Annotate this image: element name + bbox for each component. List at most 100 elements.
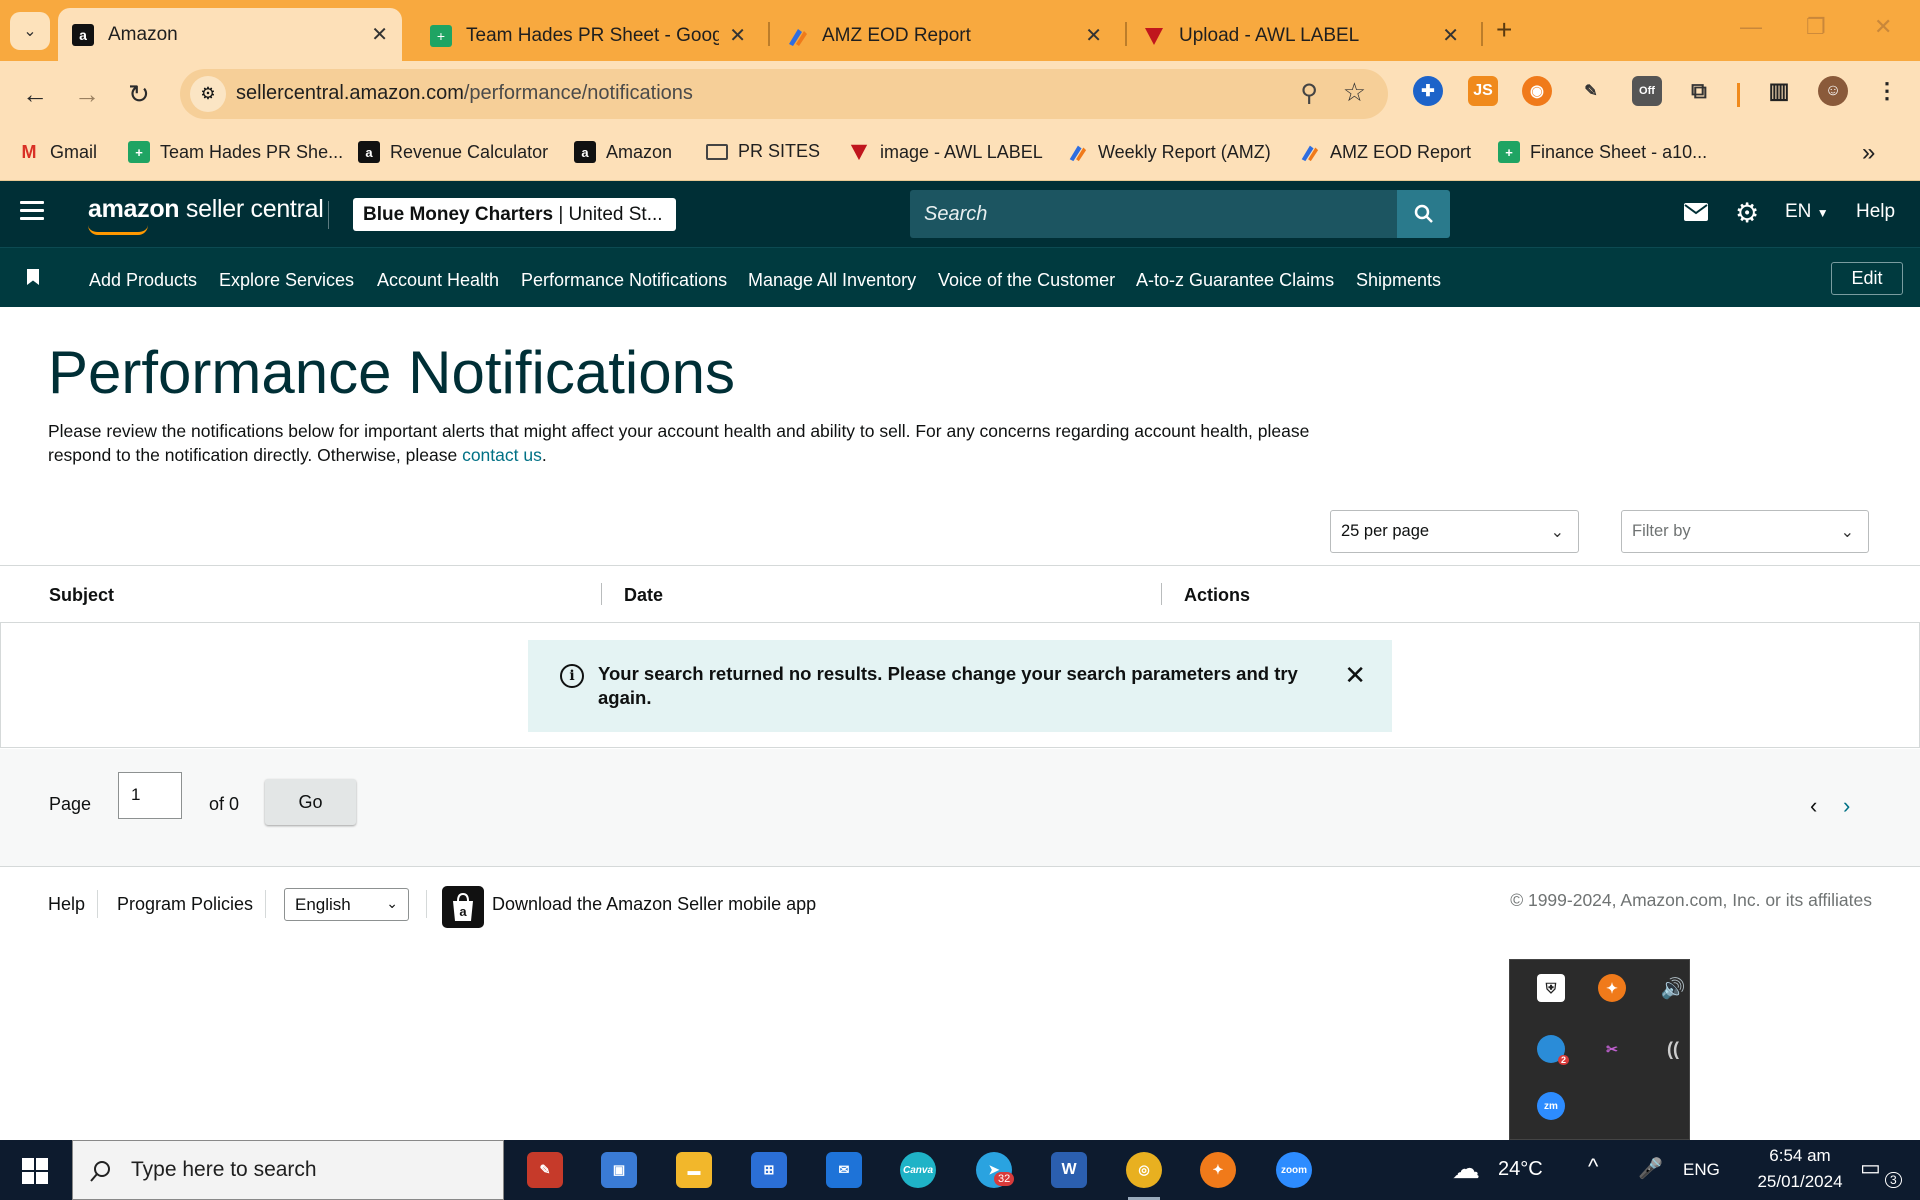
chevron-left-icon[interactable]: ‹	[1810, 793, 1817, 819]
chevron-right-icon[interactable]: ›	[1843, 793, 1850, 819]
nav-manage-all-inventory[interactable]: Manage All Inventory	[748, 270, 916, 291]
settings-gear-icon[interactable]: ⚙	[1735, 198, 1759, 229]
zoom-icon[interactable]: ⚲	[1300, 79, 1318, 108]
nav-voice-of-the-customer[interactable]: Voice of the Customer	[938, 270, 1115, 291]
help-link[interactable]: Help	[1856, 201, 1895, 223]
wifi-icon[interactable]: ((	[1659, 1035, 1687, 1063]
seller-central-logo[interactable]: amazon seller central	[88, 195, 324, 224]
bookmark-finance-sheet[interactable]: + Finance Sheet - a10...	[1498, 141, 1707, 163]
bookmark-amz-eod[interactable]: AMZ EOD Report	[1298, 141, 1471, 163]
speaker-icon[interactable]: 🔊	[1659, 974, 1687, 1002]
bookmark-weekly-report[interactable]: Weekly Report (AMZ)	[1066, 141, 1271, 163]
contact-us-link[interactable]: contact us	[462, 445, 542, 465]
microphone-icon[interactable]: 🎤	[1638, 1156, 1663, 1181]
paint-app-icon[interactable]: ✎	[527, 1152, 563, 1188]
close-icon[interactable]: ✕	[1085, 23, 1102, 48]
js-extension-icon[interactable]: JS	[1468, 76, 1498, 106]
taskbar-search-input[interactable]: Type here to search	[72, 1140, 504, 1200]
back-icon[interactable]: ←	[22, 79, 48, 110]
new-tab-button[interactable]: +	[1496, 14, 1512, 46]
microsoft-store-icon[interactable]: ⊞	[751, 1152, 787, 1188]
search-button[interactable]	[1397, 190, 1450, 238]
close-icon[interactable]: ✕	[729, 23, 746, 48]
forward-icon[interactable]: →	[74, 79, 100, 110]
tab-search-button[interactable]: ⌄	[10, 12, 50, 50]
footer-language-select[interactable]: English ⌄	[284, 888, 409, 921]
zoom-tray-icon[interactable]: zm	[1537, 1092, 1565, 1120]
weather-temperature[interactable]: 24°C	[1498, 1158, 1543, 1181]
footer-help-link[interactable]: Help	[48, 894, 85, 915]
page-number-input[interactable]: 1	[118, 772, 182, 819]
restore-icon[interactable]: ❐	[1806, 14, 1826, 40]
nav-a-to-z-claims[interactable]: A-to-z Guarantee Claims	[1136, 270, 1334, 291]
weather-icon[interactable]: ☁	[1452, 1152, 1480, 1185]
amazon-app-icon[interactable]: a	[442, 886, 484, 928]
url-text[interactable]: sellercentral.amazon.com/performance/not…	[236, 82, 693, 105]
column-date[interactable]: Date	[624, 585, 663, 606]
color-picker-extension-icon[interactable]: ◉	[1522, 76, 1552, 106]
cursor-extension-icon[interactable]: ✎	[1576, 76, 1606, 106]
edit-nav-button[interactable]: Edit	[1831, 262, 1903, 295]
more-bookmarks-icon[interactable]: »	[1862, 139, 1875, 167]
extension-helper-icon[interactable]: ✚	[1413, 76, 1443, 106]
computer-app-icon[interactable]: ▣	[601, 1152, 637, 1188]
side-panel-icon[interactable]: ▥	[1764, 76, 1794, 106]
profile-avatar[interactable]: ☺	[1818, 76, 1848, 106]
close-icon[interactable]: ✕	[371, 22, 388, 47]
language-selector[interactable]: EN ▼	[1785, 201, 1829, 223]
bookmark-star-icon[interactable]: ☆	[1343, 77, 1366, 108]
mail-app-icon[interactable]: ✉	[826, 1152, 862, 1188]
search-input[interactable]: Search	[910, 190, 1397, 238]
site-info-icon[interactable]: ⚙	[190, 76, 226, 112]
nav-explore-services[interactable]: Explore Services	[219, 270, 354, 291]
reload-icon[interactable]: ↻	[128, 79, 150, 110]
nav-shipments[interactable]: Shipments	[1356, 270, 1441, 291]
teams-icon[interactable]: 2	[1537, 1035, 1569, 1065]
extensions-puzzle-icon[interactable]: ⧉	[1684, 76, 1714, 106]
close-icon[interactable]: ✕	[1442, 23, 1459, 48]
word-app-icon[interactable]: W	[1051, 1152, 1087, 1188]
tab-amazon[interactable]: a Amazon ✕	[58, 8, 402, 61]
column-subject[interactable]: Subject	[49, 585, 114, 606]
input-language[interactable]: ENG	[1683, 1160, 1720, 1180]
close-icon[interactable]: ✕	[1344, 660, 1366, 691]
hamburger-menu-icon[interactable]	[20, 201, 44, 225]
nav-add-products[interactable]: Add Products	[89, 270, 197, 291]
avast-app-icon[interactable]: ✦	[1200, 1152, 1236, 1188]
program-policies-link[interactable]: Program Policies	[117, 894, 253, 915]
tab-amz-eod[interactable]: AMZ EOD Report ✕	[772, 10, 1116, 61]
bookmark-awl-label[interactable]: image - AWL LABEL	[848, 141, 1043, 163]
avast-icon[interactable]: ✦	[1598, 974, 1626, 1002]
zoom-app-icon[interactable]: zoom	[1276, 1152, 1312, 1188]
clock-time[interactable]: 6:54 am	[1750, 1146, 1850, 1166]
store-selector[interactable]: Blue Money Charters | United St...	[353, 198, 676, 231]
close-window-icon[interactable]: ✕	[1874, 14, 1892, 40]
menu-kebab-icon[interactable]: ⋮	[1872, 76, 1902, 106]
bookmark-amazon[interactable]: a Amazon	[574, 141, 672, 163]
download-app-link[interactable]: Download the Amazon Seller mobile app	[492, 894, 816, 915]
minimize-icon[interactable]: —	[1740, 14, 1762, 40]
canva-app-icon[interactable]: Canva	[900, 1152, 936, 1188]
tab-team-hades[interactable]: + Team Hades PR Sheet - Google ✕	[416, 10, 760, 61]
filter-select[interactable]: Filter by ⌄	[1621, 510, 1869, 553]
go-button[interactable]: Go	[265, 779, 356, 825]
snipping-tool-icon[interactable]: ✂	[1598, 1035, 1626, 1063]
bookmark-gmail[interactable]: M Gmail	[18, 141, 98, 163]
bookmark-pr-sites[interactable]: PR SITES	[706, 141, 820, 162]
bookmark-icon[interactable]	[27, 269, 39, 285]
mail-icon[interactable]	[1684, 201, 1708, 229]
file-explorer-icon[interactable]: ▬	[676, 1152, 712, 1188]
bookmark-revenue-calculator[interactable]: a Revenue Calculator	[358, 141, 548, 163]
security-shield-icon[interactable]: ⛨	[1537, 974, 1565, 1002]
per-page-select[interactable]: 25 per page ⌄	[1330, 510, 1579, 553]
nav-performance-notifications[interactable]: Performance Notifications	[521, 270, 727, 291]
clock-date[interactable]: 25/01/2024	[1734, 1172, 1866, 1192]
address-bar[interactable]: ⚙ sellercentral.amazon.com/performance/n…	[180, 69, 1388, 119]
tray-expand-icon[interactable]: ^	[1588, 1154, 1598, 1180]
tab-awl-upload[interactable]: Upload - AWL LABEL ✕	[1129, 10, 1473, 61]
windows-start-icon[interactable]	[22, 1158, 48, 1184]
notification-center-icon[interactable]: ▭	[1860, 1155, 1881, 1181]
off-extension-icon[interactable]: Off	[1632, 76, 1662, 106]
nav-account-health[interactable]: Account Health	[377, 270, 499, 291]
chrome-app-icon[interactable]: ◎	[1126, 1152, 1162, 1188]
